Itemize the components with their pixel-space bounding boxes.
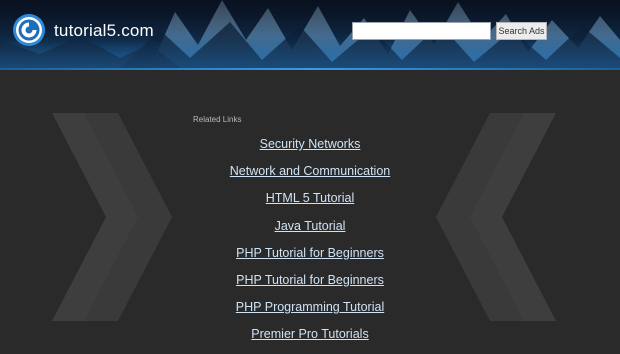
search-ads-button[interactable]: Search Ads — [496, 22, 547, 40]
related-link-html5-tutorial[interactable]: HTML 5 Tutorial — [160, 190, 460, 217]
related-link-php-programming-tutorial[interactable]: PHP Programming Tutorial — [160, 299, 460, 326]
related-links-label: Related Links — [193, 115, 242, 124]
site-header: tutorial5.com Search Ads — [0, 0, 620, 68]
related-link-php-tutorial-for-beginners-2[interactable]: PHP Tutorial for Beginners — [160, 272, 460, 299]
related-link-php-tutorial-for-beginners[interactable]: PHP Tutorial for Beginners — [160, 245, 460, 272]
search-input[interactable] — [352, 22, 491, 40]
related-link-premier-pro-tutorials[interactable]: Premier Pro Tutorials — [160, 326, 460, 353]
site-name[interactable]: tutorial5.com — [54, 21, 154, 41]
related-links-list: Security Networks Network and Communicat… — [160, 136, 460, 354]
related-link-security-networks[interactable]: Security Networks — [160, 136, 460, 163]
double-chevron-right-icon — [52, 113, 172, 321]
circular-swirl-logo-icon[interactable] — [12, 13, 46, 47]
related-link-network-and-communication[interactable]: Network and Communication — [160, 163, 460, 190]
related-link-java-tutorial[interactable]: Java Tutorial — [160, 218, 460, 245]
